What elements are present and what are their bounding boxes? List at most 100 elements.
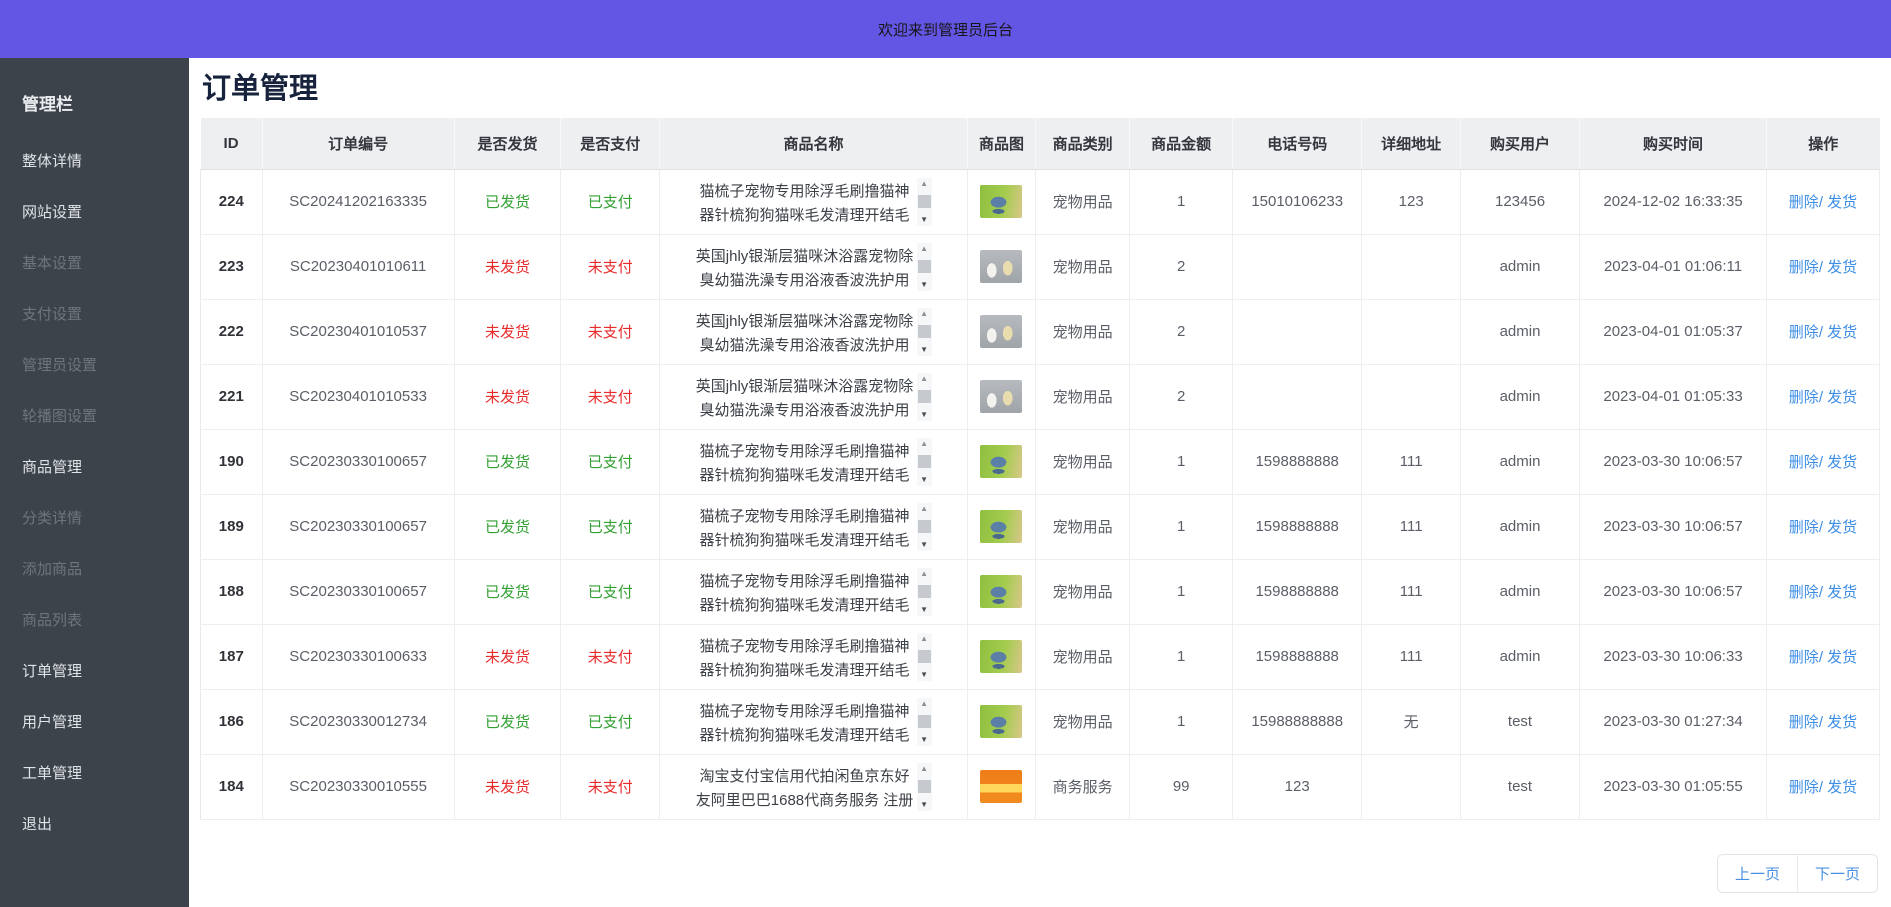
sidebar-item-ticket-management[interactable]: 工单管理 [0,747,189,798]
textarea-scrollbar[interactable]: ▲▼ [917,698,932,746]
sidebar-item-overview[interactable]: 整体详情 [0,135,189,186]
textarea-scrollbar[interactable]: ▲▼ [917,178,932,226]
ship-link[interactable]: 发货 [1827,779,1857,796]
ship-link[interactable]: 发货 [1827,584,1857,601]
scroll-down-icon[interactable]: ▼ [920,346,928,354]
textarea-scrollbar[interactable]: ▲▼ [917,568,932,616]
scroll-thumb[interactable] [918,715,931,728]
col-header-12: 操作 [1766,118,1879,169]
sidebar-item-order-management[interactable]: 订单管理 [0,645,189,696]
scroll-down-icon[interactable]: ▼ [920,801,928,809]
sidebar-item-product-management[interactable]: 商品管理 [0,441,189,492]
scroll-thumb[interactable] [918,390,931,403]
scroll-down-icon[interactable]: ▼ [920,281,928,289]
cell-product-name: 猫梳子宠物专用除浮毛刷撸猫神器针梳狗狗猫咪毛发清理开结毛▲▼ [660,494,968,559]
scroll-up-icon[interactable]: ▲ [920,440,928,448]
sidebar-item-carousel-settings[interactable]: 轮播图设置 [0,390,189,441]
ship-link[interactable]: 发货 [1827,714,1857,731]
scroll-up-icon[interactable]: ▲ [920,505,928,513]
ship-link[interactable]: 发货 [1827,194,1857,211]
scroll-thumb[interactable] [918,260,931,273]
product-name-box[interactable]: 猫梳子宠物专用除浮毛刷撸猫神器针梳狗狗猫咪毛发清理开结毛▲▼ [664,568,963,616]
cell-shipped: 未发货 [454,364,561,429]
product-name-box[interactable]: 英国jhly银渐层猫咪沐浴露宠物除臭幼猫洗澡专用浴液香波洗护用▲▼ [664,308,963,356]
delete-link[interactable]: 删除 [1789,584,1819,601]
cell-product-image [968,624,1036,689]
scroll-down-icon[interactable]: ▼ [920,411,928,419]
sidebar-item-admin-settings[interactable]: 管理员设置 [0,339,189,390]
scroll-up-icon[interactable]: ▲ [920,375,928,383]
sidebar-item-site-settings[interactable]: 网站设置 [0,186,189,237]
delete-link[interactable]: 删除 [1789,389,1819,406]
textarea-scrollbar[interactable]: ▲▼ [917,243,932,291]
prev-page-button[interactable]: 上一页 [1718,855,1797,892]
delete-link[interactable]: 删除 [1789,194,1819,211]
delete-link[interactable]: 删除 [1789,714,1819,731]
product-name-box[interactable]: 猫梳子宠物专用除浮毛刷撸猫神器针梳狗狗猫咪毛发清理开结毛▲▼ [664,438,963,486]
scroll-up-icon[interactable]: ▲ [920,765,928,773]
product-name-box[interactable]: 猫梳子宠物专用除浮毛刷撸猫神器针梳狗狗猫咪毛发清理开结毛▲▼ [664,178,963,226]
cell-buyer: admin [1460,234,1579,299]
ship-link[interactable]: 发货 [1827,519,1857,536]
scroll-thumb[interactable] [918,585,931,598]
ship-link[interactable]: 发货 [1827,389,1857,406]
cell-time: 2023-04-01 01:06:11 [1580,234,1767,299]
delete-link[interactable]: 删除 [1789,454,1819,471]
delete-link[interactable]: 删除 [1789,649,1819,666]
product-name-box[interactable]: 英国jhly银渐层猫咪沐浴露宠物除臭幼猫洗澡专用浴液香波洗护用▲▼ [664,243,963,291]
cell-id: 189 [201,494,263,559]
scroll-thumb[interactable] [918,325,931,338]
scroll-up-icon[interactable]: ▲ [920,245,928,253]
textarea-scrollbar[interactable]: ▲▼ [917,763,932,811]
textarea-scrollbar[interactable]: ▲▼ [917,438,932,486]
scroll-down-icon[interactable]: ▼ [920,541,928,549]
textarea-scrollbar[interactable]: ▲▼ [917,373,932,421]
main-content: 订单管理 ID订单编号是否发货是否支付商品名称商品图商品类别商品金额电话号码详细… [189,58,1891,907]
sidebar-item-add-product[interactable]: 添加商品 [0,543,189,594]
product-name-box[interactable]: 淘宝支付宝信用代拍闲鱼京东好友阿里巴巴1688代商务服务 注册▲▼ [664,763,963,811]
scroll-thumb[interactable] [918,195,931,208]
textarea-scrollbar[interactable]: ▲▼ [917,308,932,356]
scroll-down-icon[interactable]: ▼ [920,476,928,484]
scroll-up-icon[interactable]: ▲ [920,700,928,708]
scroll-thumb[interactable] [918,780,931,793]
scroll-thumb[interactable] [918,650,931,663]
product-name-text: 猫梳子宠物专用除浮毛刷撸猫神器针梳狗狗猫咪毛发清理开结毛 [696,635,914,678]
scroll-down-icon[interactable]: ▼ [920,216,928,224]
scroll-up-icon[interactable]: ▲ [920,310,928,318]
product-name-box[interactable]: 猫梳子宠物专用除浮毛刷撸猫神器针梳狗狗猫咪毛发清理开结毛▲▼ [664,503,963,551]
sidebar-item-payment-settings[interactable]: 支付设置 [0,288,189,339]
delete-link[interactable]: 删除 [1789,519,1819,536]
scroll-down-icon[interactable]: ▼ [920,736,928,744]
textarea-scrollbar[interactable]: ▲▼ [917,503,932,551]
scroll-down-icon[interactable]: ▼ [920,606,928,614]
sidebar-item-basic-settings[interactable]: 基本设置 [0,237,189,288]
product-name-box[interactable]: 猫梳子宠物专用除浮毛刷撸猫神器针梳狗狗猫咪毛发清理开结毛▲▼ [664,698,963,746]
product-name-box[interactable]: 猫梳子宠物专用除浮毛刷撸猫神器针梳狗狗猫咪毛发清理开结毛▲▼ [664,633,963,681]
scroll-thumb[interactable] [918,520,931,533]
cell-paid: 未支付 [561,299,660,364]
ship-link[interactable]: 发货 [1827,454,1857,471]
sidebar-item-user-management[interactable]: 用户管理 [0,696,189,747]
sidebar-item-category-detail[interactable]: 分类详情 [0,492,189,543]
scroll-down-icon[interactable]: ▼ [920,671,928,679]
cell-amount: 1 [1130,624,1233,689]
cell-shipped: 未发货 [454,624,561,689]
scroll-up-icon[interactable]: ▲ [920,180,928,188]
ship-link[interactable]: 发货 [1827,649,1857,666]
delete-link[interactable]: 删除 [1789,779,1819,796]
cell-category: 宠物用品 [1035,689,1129,754]
ship-link[interactable]: 发货 [1827,259,1857,276]
scroll-thumb[interactable] [918,455,931,468]
scroll-up-icon[interactable]: ▲ [920,570,928,578]
textarea-scrollbar[interactable]: ▲▼ [917,633,932,681]
sidebar-item-product-list[interactable]: 商品列表 [0,594,189,645]
cell-shipped: 已发货 [454,494,561,559]
scroll-up-icon[interactable]: ▲ [920,635,928,643]
next-page-button[interactable]: 下一页 [1797,855,1877,892]
product-name-box[interactable]: 英国jhly银渐层猫咪沐浴露宠物除臭幼猫洗澡专用浴液香波洗护用▲▼ [664,373,963,421]
sidebar-item-logout[interactable]: 退出 [0,798,189,849]
delete-link[interactable]: 删除 [1789,259,1819,276]
delete-link[interactable]: 删除 [1789,324,1819,341]
ship-link[interactable]: 发货 [1827,324,1857,341]
